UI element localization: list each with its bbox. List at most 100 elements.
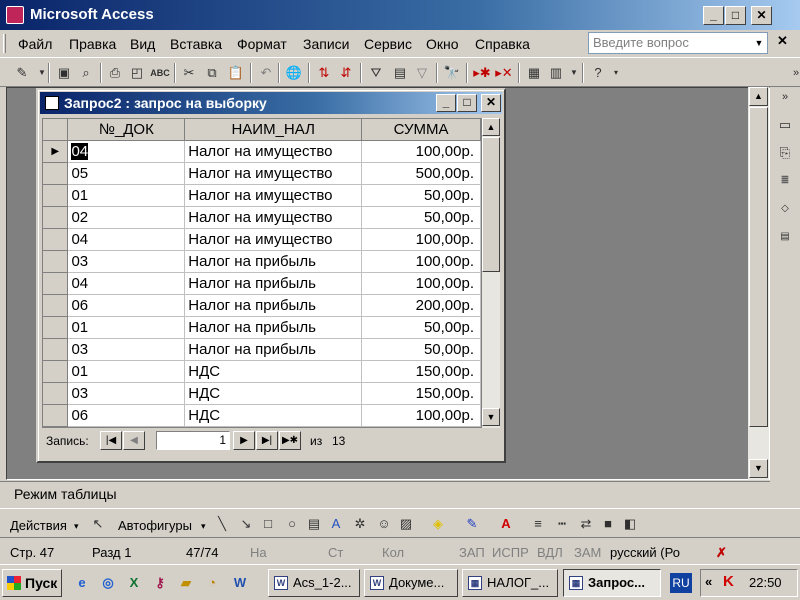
- table-row[interactable]: 06 НДС 100,00р.: [43, 404, 481, 427]
- select-pointer-icon[interactable]: ↖: [88, 514, 108, 534]
- taskbar-item[interactable]: ▦ НАЛОГ_...: [462, 569, 558, 597]
- folder-icon[interactable]: ▰: [176, 573, 196, 593]
- chevron-down-icon[interactable]: ▼: [564, 63, 584, 83]
- access-app-icon[interactable]: [6, 6, 24, 24]
- cell-doc[interactable]: 06: [67, 294, 186, 317]
- record-selector[interactable]: [43, 404, 69, 427]
- chevron-down-icon[interactable]: ▾: [74, 521, 79, 532]
- record-selector[interactable]: [43, 360, 69, 383]
- cell-doc[interactable]: 01: [67, 184, 186, 207]
- record-selector[interactable]: [43, 228, 69, 251]
- cut-icon[interactable]: ✂: [179, 63, 199, 83]
- design-view-icon[interactable]: ✎: [12, 63, 32, 83]
- menu-records[interactable]: Записи: [303, 36, 349, 52]
- cell-sum[interactable]: 150,00р.: [361, 382, 481, 405]
- current-record-field[interactable]: 1: [156, 431, 230, 450]
- record-selector[interactable]: [43, 272, 69, 295]
- cell-sum[interactable]: 200,00р.: [361, 294, 481, 317]
- cell-doc[interactable]: 03: [67, 338, 186, 361]
- clip-art-icon[interactable]: ☺: [374, 514, 394, 534]
- cell-doc[interactable]: 03: [67, 250, 186, 273]
- cell-doc[interactable]: 02: [67, 206, 186, 229]
- table-row[interactable]: 01 Налог на прибыль 50,00р.: [43, 316, 481, 339]
- cell-name[interactable]: Налог на имущество: [184, 206, 363, 229]
- arrow-style-icon[interactable]: ⇄: [576, 514, 596, 534]
- column-header-name[interactable]: НАИМ_НАЛ: [184, 119, 363, 141]
- word-icon[interactable]: W: [230, 573, 250, 593]
- maximize-button[interactable]: □: [725, 6, 746, 25]
- status-ovr[interactable]: ЗАМ: [574, 545, 601, 560]
- chevron-down-icon[interactable]: ▼: [752, 34, 766, 52]
- cell-sum[interactable]: 100,00р.: [361, 404, 481, 427]
- language-indicator[interactable]: RU: [670, 573, 692, 593]
- cell-sum[interactable]: 100,00р.: [361, 140, 481, 163]
- menu-view[interactable]: Вид: [130, 36, 155, 52]
- sort-descending-icon[interactable]: ⇵: [336, 63, 356, 83]
- taskbar-item-active[interactable]: ▦ Запрос...: [563, 569, 661, 597]
- line-color-icon[interactable]: ✎: [462, 514, 482, 534]
- record-selector[interactable]: [43, 184, 69, 207]
- query-window-icon[interactable]: [45, 96, 59, 110]
- paste-icon[interactable]: 📋: [226, 63, 246, 83]
- outlook-icon[interactable]: ◎: [98, 573, 118, 593]
- table-row[interactable]: 04 Налог на прибыль 100,00р.: [43, 272, 481, 295]
- fill-color-icon[interactable]: ◈: [428, 514, 448, 534]
- powerpoint-icon[interactable]: ◔: [202, 573, 222, 593]
- menu-file[interactable]: Файл: [18, 36, 52, 52]
- search-icon[interactable]: ⌕: [76, 63, 96, 83]
- toolbar-overflow-icon[interactable]: ▤: [775, 227, 795, 247]
- table-row[interactable]: 03 Налог на прибыль 100,00р.: [43, 250, 481, 273]
- dash-style-icon[interactable]: ┅: [552, 514, 572, 534]
- cell-sum[interactable]: 50,00р.: [361, 206, 481, 229]
- print-preview-icon[interactable]: ◰: [127, 63, 147, 83]
- toolbar-overflow-icon[interactable]: »: [775, 87, 795, 107]
- status-trk[interactable]: ИСПР: [492, 545, 529, 560]
- filter-by-selection-icon[interactable]: ⛛: [366, 63, 386, 83]
- cell-name[interactable]: [184, 426, 363, 427]
- new-record-icon[interactable]: ▸✱: [472, 63, 492, 83]
- line-style-icon[interactable]: ≡: [528, 514, 548, 534]
- print-icon[interactable]: ⎙: [105, 63, 125, 83]
- cell-doc[interactable]: 03: [67, 382, 186, 405]
- cell-sum[interactable]: 50,00р.: [361, 338, 481, 361]
- scroll-down-icon[interactable]: ▼: [482, 408, 500, 426]
- new-record-selector[interactable]: *: [43, 426, 69, 427]
- new-record-nav-button[interactable]: ▶✱: [279, 431, 301, 450]
- 3d-style-icon[interactable]: ◧: [620, 514, 640, 534]
- table-row[interactable]: 04 Налог на имущество 100,00р.: [43, 228, 481, 251]
- workspace-scrollbar[interactable]: ▲ ▼: [748, 87, 769, 480]
- cell-doc[interactable]: 01: [67, 360, 186, 383]
- menu-format[interactable]: Формат: [237, 36, 287, 52]
- cell-doc[interactable]: 04: [67, 228, 186, 251]
- save-icon[interactable]: ▣: [54, 63, 74, 83]
- internet-explorer-icon[interactable]: e: [72, 573, 92, 593]
- scroll-up-icon[interactable]: ▲: [749, 87, 768, 106]
- spelling-icon[interactable]: ABC: [150, 63, 170, 83]
- cell-sum[interactable]: 100,00р.: [361, 272, 481, 295]
- properties-icon[interactable]: ▦: [524, 63, 544, 83]
- scroll-thumb[interactable]: [482, 137, 500, 272]
- spelling-status-icon[interactable]: ✗: [716, 545, 727, 561]
- table-row[interactable]: 02 Налог на имущество 50,00р.: [43, 206, 481, 229]
- record-selector[interactable]: [43, 250, 69, 273]
- cell-doc[interactable]: 06: [67, 404, 186, 427]
- chevron-down-icon[interactable]: ▾: [201, 521, 206, 532]
- cell-sum[interactable]: [361, 426, 481, 427]
- status-ext[interactable]: ВДЛ: [537, 545, 563, 560]
- query-close-button[interactable]: ✕: [481, 94, 501, 112]
- first-record-button[interactable]: |◀: [100, 431, 122, 450]
- cell-name[interactable]: НДС: [184, 382, 363, 405]
- antivirus-icon[interactable]: K: [723, 573, 734, 590]
- minimize-button[interactable]: _: [703, 6, 724, 25]
- cell-name[interactable]: Налог на имущество: [184, 228, 363, 251]
- cell-doc[interactable]: 04: [67, 140, 186, 163]
- menu-help[interactable]: Справка: [475, 36, 530, 52]
- clock[interactable]: 22:50: [749, 575, 782, 590]
- cell-sum[interactable]: 50,00р.: [361, 184, 481, 207]
- find-icon[interactable]: 🔭: [442, 63, 462, 83]
- line-icon[interactable]: ╲: [212, 514, 232, 534]
- word-count-icon[interactable]: ◇: [775, 199, 795, 219]
- cell-sum[interactable]: 50,00р.: [361, 316, 481, 339]
- help-icon[interactable]: ?: [588, 63, 608, 83]
- hyperlink-icon[interactable]: 🌐: [284, 63, 304, 83]
